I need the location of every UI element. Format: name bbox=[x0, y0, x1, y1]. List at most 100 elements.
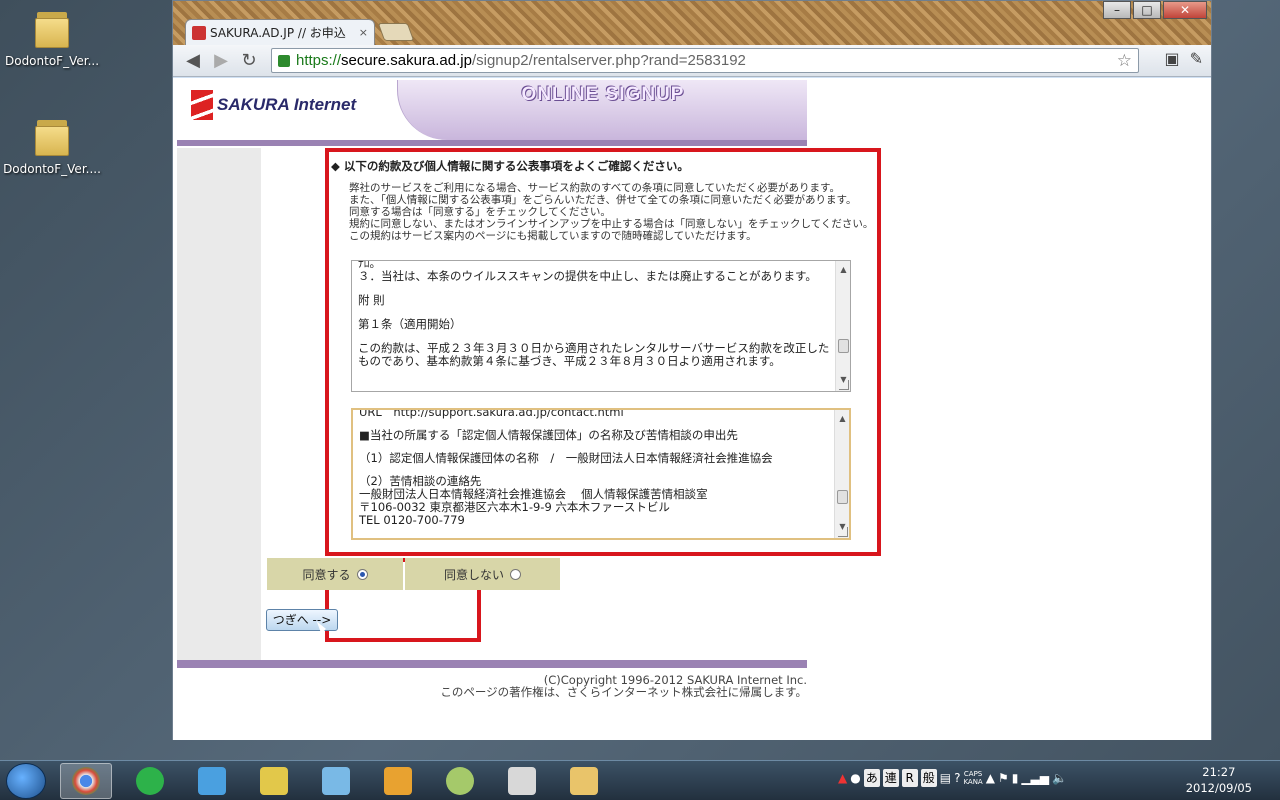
chrome-icon bbox=[72, 767, 100, 795]
start-button[interactable] bbox=[6, 763, 46, 799]
terms-textarea[interactable]: ﾅﾛ。 ３．当社は、本条のウイルススキャンの提供を中止し、または廃止することがあ… bbox=[351, 260, 851, 392]
scroll-up-icon[interactable]: ▲ bbox=[835, 412, 849, 426]
caps-kana-indicator: CAPS KANA bbox=[963, 770, 982, 786]
network-icon[interactable]: ▁▃▅ bbox=[1021, 771, 1049, 785]
terms-line: 附 則 bbox=[358, 293, 385, 307]
maximize-button[interactable]: □ bbox=[1133, 1, 1161, 19]
next-button[interactable]: つぎへ --> bbox=[266, 609, 338, 631]
taskbar-app-5[interactable] bbox=[310, 763, 362, 799]
page-content: SAKURA Internet ONLINE SIGNUP ◆ 以下の約款及び個… bbox=[173, 78, 1211, 740]
privacy-line: （1）認定個人情報保護団体の名称 / 一般財団法人日本情報経済社会推進協会 bbox=[359, 451, 773, 465]
resize-grip-icon[interactable] bbox=[839, 380, 849, 390]
privacy-scrollbar[interactable]: ▲ ▼ bbox=[834, 410, 849, 538]
browser-tab[interactable]: SAKURA.AD.JP // お申込 × bbox=[185, 19, 375, 45]
url-path: /signup2/rentalserver.php?rand=2583192 bbox=[471, 52, 746, 69]
pen-icon bbox=[322, 767, 350, 795]
lock-icon bbox=[278, 54, 290, 67]
scroll-thumb[interactable] bbox=[837, 490, 848, 504]
agree-yes-radio[interactable] bbox=[356, 568, 368, 580]
minimize-button[interactable]: – bbox=[1103, 1, 1131, 19]
taskbar-app-8[interactable] bbox=[496, 763, 548, 799]
intro-line: 規約に同意しない、またはオンラインサインアップを中止する場合は「同意しない」をチ… bbox=[349, 218, 874, 230]
ime-mode[interactable]: 連 bbox=[882, 769, 899, 787]
agree-yes-option[interactable]: 同意する bbox=[267, 558, 403, 590]
signup-title: ONLINE SIGNUP bbox=[521, 84, 685, 105]
sakura-logo-icon bbox=[191, 90, 213, 120]
desktop-icon-dodontof-2[interactable]: DodontoF_Ver.... bbox=[0, 116, 104, 176]
dot-icon: ● bbox=[850, 771, 861, 785]
url-scheme: https:// bbox=[296, 52, 342, 69]
scroll-up-icon[interactable]: ▲ bbox=[836, 263, 850, 277]
intro-line: この規約はサービス案内のページにも掲載していますので随時確認していただけます。 bbox=[349, 230, 757, 242]
address-bar[interactable]: https:// secure.sakura.ad.jp /signup2/re… bbox=[271, 48, 1139, 73]
tab-close-icon[interactable]: × bbox=[359, 26, 368, 39]
browser-titlebar: – □ ✕ SAKURA.AD.JP // お申込 × bbox=[173, 1, 1211, 45]
left-gray-strip bbox=[177, 148, 261, 660]
taskbar-app-9[interactable] bbox=[558, 763, 610, 799]
wrench-menu-icon[interactable]: ✎ bbox=[1190, 49, 1203, 68]
green-app-icon bbox=[136, 767, 164, 795]
sakura-logo[interactable]: SAKURA Internet bbox=[191, 90, 356, 120]
reload-button[interactable]: ↻ bbox=[235, 47, 263, 75]
desktop-icon-label: DodontoF_Ver.... bbox=[3, 162, 101, 176]
desktop-icon-dodontof-1[interactable]: DodontoF_Ver... bbox=[0, 8, 104, 68]
taskbar-app-3[interactable] bbox=[186, 763, 238, 799]
agree-no-option[interactable]: 同意しない bbox=[405, 558, 560, 590]
intro-line: また、「個人情報に関する公表事項」をごらんいただき、併せて全ての条項に同意いただ… bbox=[349, 194, 857, 206]
back-button[interactable]: ◀ bbox=[179, 47, 207, 75]
taskbar-app-4[interactable] bbox=[248, 763, 300, 799]
privacy-textarea[interactable]: URL http://support.sakura.ad.jp/contact.… bbox=[351, 408, 851, 540]
forward-button[interactable]: ▶ bbox=[207, 47, 235, 75]
ime-hiragana[interactable]: あ bbox=[863, 769, 880, 787]
system-tray: ▲ ● あ 連 R 般 ▤ ? CAPS KANA ▲ ⚑ ▮ ▁▃▅ 🔈 bbox=[838, 769, 1067, 787]
taskbar-app-2[interactable] bbox=[124, 763, 176, 799]
clock[interactable]: 21:27 2012/09/05 bbox=[1186, 764, 1252, 796]
privacy-line: TEL 0120-700-779 bbox=[359, 513, 465, 527]
footer-divider bbox=[177, 660, 807, 668]
sakura-favicon-icon bbox=[192, 25, 206, 40]
explorer-icon bbox=[570, 767, 598, 795]
text-editor-icon bbox=[260, 767, 288, 795]
scroll-thumb[interactable] bbox=[838, 339, 849, 353]
clock-date: 2012/09/05 bbox=[1185, 781, 1252, 795]
kana-indicator: KANA bbox=[963, 778, 983, 786]
agree-no-label: 同意しない bbox=[443, 567, 504, 582]
ime-romaji[interactable]: R bbox=[901, 769, 918, 787]
terms-intro: 弊社のサービスをご利用になる場合、サービス約款のすべての条項に同意していただく必… bbox=[349, 182, 877, 242]
terms-line: ３．当社は、本条のウイルススキャンの提供を中止し、または廃止することがあります。 bbox=[358, 269, 817, 283]
folder-icon bbox=[35, 8, 69, 48]
ime-general[interactable]: 般 bbox=[920, 769, 937, 787]
browser-toolbar: ◀ ▶ ↻ https:// secure.sakura.ad.jp /sign… bbox=[173, 45, 1211, 77]
taskbar-app-6[interactable] bbox=[372, 763, 424, 799]
extension-icon[interactable]: ▣ bbox=[1164, 49, 1179, 68]
signup-banner: ONLINE SIGNUP bbox=[397, 80, 807, 140]
copyright-note: このページの著作権は、さくらインターネット株式会社に帰属します。 bbox=[440, 685, 807, 699]
notify-icon bbox=[384, 767, 412, 795]
ime-pad-icon[interactable]: ▤ bbox=[940, 771, 951, 785]
bookmark-star-icon[interactable]: ☆ bbox=[1117, 51, 1132, 71]
privacy-line: ■当社の所属する「認定個人情報保護団体」の名称及び苦情相談の申出先 bbox=[359, 428, 738, 442]
close-window-button[interactable]: ✕ bbox=[1163, 1, 1207, 19]
taskbar-app-chrome[interactable] bbox=[60, 763, 112, 799]
help-icon[interactable]: ? bbox=[954, 771, 960, 785]
terms-heading: ◆ 以下の約款及び個人情報に関する公表事項をよくご確認ください。 bbox=[331, 159, 689, 173]
globe-icon bbox=[446, 767, 474, 795]
agree-no-radio[interactable] bbox=[510, 568, 521, 580]
browser-window: – □ ✕ SAKURA.AD.JP // お申込 × ◀ ▶ ↻ https:… bbox=[172, 0, 1212, 740]
new-tab-button[interactable] bbox=[377, 23, 415, 41]
power-icon[interactable]: ▮ bbox=[1012, 771, 1019, 785]
caps-indicator: CAPS bbox=[963, 770, 983, 778]
agree-yes-label: 同意する bbox=[302, 567, 351, 582]
volume-icon[interactable]: 🔈 bbox=[1052, 771, 1067, 785]
intro-line: 弊社のサービスをご利用になる場合、サービス約款のすべての条項に同意していただく必… bbox=[349, 182, 840, 194]
logo-text: SAKURA Internet bbox=[217, 95, 357, 114]
tray-expand-icon[interactable]: ▲ bbox=[986, 771, 995, 785]
taskbar-app-7[interactable] bbox=[434, 763, 486, 799]
acrobat-icon[interactable]: ▲ bbox=[838, 771, 847, 785]
terms-scrollbar[interactable]: ▲ ▼ bbox=[835, 261, 850, 391]
url-host: secure.sakura.ad.jp bbox=[341, 52, 472, 69]
intro-line: 同意する場合は「同意する」をチェックしてください。 bbox=[349, 206, 611, 218]
taskbar: ▲ ● あ 連 R 般 ▤ ? CAPS KANA ▲ ⚑ ▮ ▁▃▅ 🔈 21:… bbox=[0, 760, 1280, 800]
flag-icon[interactable]: ⚑ bbox=[998, 771, 1009, 785]
resize-grip-icon[interactable] bbox=[838, 527, 848, 537]
